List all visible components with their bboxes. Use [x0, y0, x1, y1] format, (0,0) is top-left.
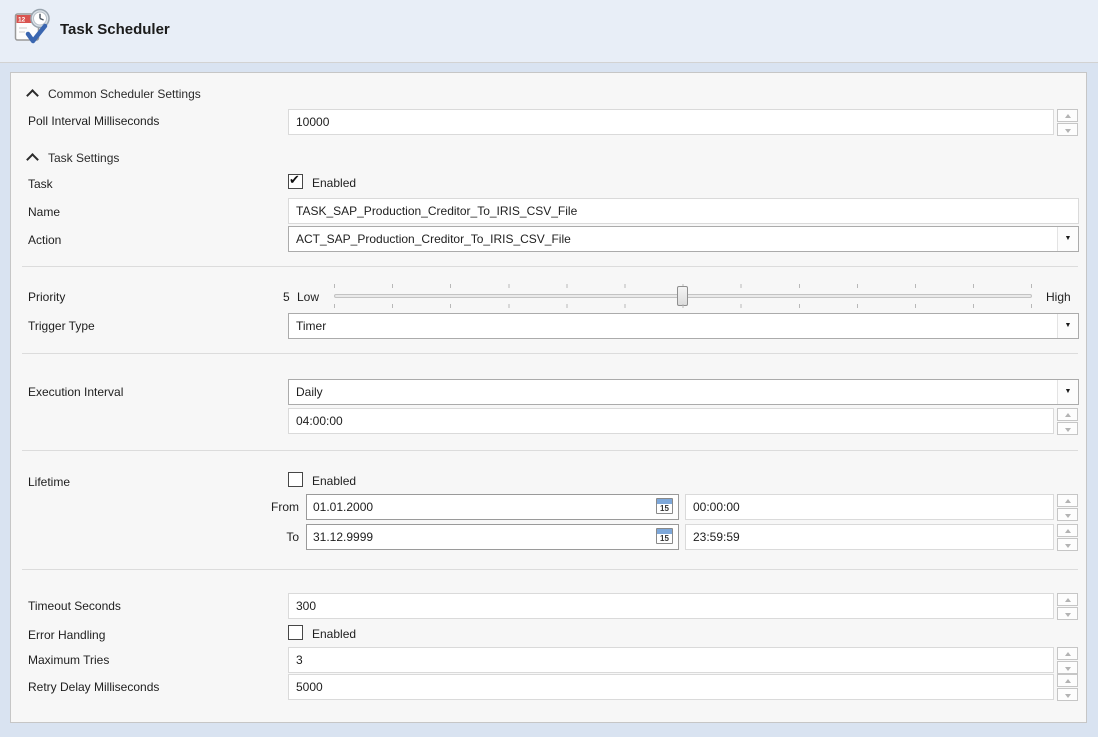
slider-thumb[interactable] [677, 286, 688, 306]
action-label: Action [28, 233, 61, 247]
retry-delay-input[interactable] [288, 674, 1054, 700]
chevron-down-icon[interactable]: ▼ [1057, 380, 1078, 404]
stepper-down-icon[interactable] [1057, 508, 1078, 521]
trigger-type-label: Trigger Type [28, 319, 95, 333]
lifetime-to-date-input[interactable] [307, 525, 653, 549]
stepper-down-icon[interactable] [1057, 422, 1078, 435]
execution-interval-label: Execution Interval [28, 385, 123, 399]
trigger-type-select[interactable]: Timer ▼ [288, 313, 1079, 339]
stepper-down-icon[interactable] [1057, 538, 1078, 551]
calendar-icon[interactable]: 15 [655, 528, 675, 545]
lifetime-to-date-field: 15 [306, 524, 679, 550]
calendar-day-number: 15 [656, 504, 673, 513]
page-title: Task Scheduler [60, 21, 170, 38]
stepper-up-icon[interactable] [1057, 593, 1078, 606]
error-handling-enabled-checkbox-label: Enabled [312, 627, 356, 641]
error-handling-label: Error Handling [28, 628, 105, 642]
action-select[interactable]: ACT_SAP_Production_Creditor_To_IRIS_CSV_… [288, 226, 1079, 252]
separator [22, 353, 1078, 354]
section-title: Common Scheduler Settings [48, 87, 201, 101]
priority-low-label: Low [297, 290, 319, 304]
lifetime-to-label: To [249, 530, 299, 544]
separator [22, 569, 1078, 570]
stepper-up-icon[interactable] [1057, 408, 1078, 421]
maximum-tries-stepper [1057, 647, 1078, 674]
lifetime-from-date-field: 15 [306, 494, 679, 520]
priority-high-label: High [1046, 290, 1071, 304]
separator [22, 266, 1078, 267]
stepper-up-icon[interactable] [1057, 494, 1078, 507]
chevron-up-icon [26, 89, 39, 102]
priority-label: Priority [28, 290, 65, 304]
task-enabled-checkbox[interactable]: ✔ [288, 174, 303, 189]
lifetime-enabled-checkbox[interactable]: ✔ [288, 472, 303, 487]
calendar-icon[interactable]: 15 [655, 498, 675, 515]
poll-interval-label: Poll Interval Milliseconds [28, 114, 159, 128]
lifetime-to-time-stepper [1057, 524, 1078, 551]
execution-interval-select[interactable]: Daily ▼ [288, 379, 1079, 405]
name-label: Name [28, 205, 60, 219]
lifetime-from-label: From [249, 500, 299, 514]
retry-delay-label: Retry Delay Milliseconds [28, 680, 159, 694]
maximum-tries-label: Maximum Tries [28, 653, 109, 667]
action-selected-value: ACT_SAP_Production_Creditor_To_IRIS_CSV_… [296, 227, 571, 251]
section-header-common-scheduler-settings[interactable]: Common Scheduler Settings [28, 85, 201, 103]
section-header-task-settings[interactable]: Task Settings [28, 149, 119, 167]
lifetime-label: Lifetime [28, 475, 70, 489]
timeout-seconds-label: Timeout Seconds [28, 599, 121, 613]
task-scheduler-icon: 12 [14, 7, 50, 45]
execution-time-stepper [1057, 408, 1078, 435]
stepper-down-icon[interactable] [1057, 688, 1078, 701]
poll-interval-stepper [1057, 109, 1078, 136]
stepper-down-icon[interactable] [1057, 661, 1078, 674]
chevron-down-icon[interactable]: ▼ [1057, 314, 1078, 338]
svg-text:12: 12 [18, 17, 26, 24]
execution-interval-selected-value: Daily [296, 380, 323, 404]
timeout-seconds-stepper [1057, 593, 1078, 620]
task-label: Task [28, 177, 53, 191]
lifetime-enabled-checkbox-label: Enabled [312, 474, 356, 488]
section-title: Task Settings [48, 151, 119, 165]
stepper-down-icon[interactable] [1057, 607, 1078, 620]
slider-ticks-bottom [334, 304, 1032, 308]
execution-time-input[interactable] [288, 408, 1054, 434]
chevron-down-icon[interactable]: ▼ [1057, 227, 1078, 251]
calendar-day-number: 15 [656, 534, 673, 543]
error-handling-enabled-checkbox[interactable]: ✔ [288, 625, 303, 640]
chevron-up-icon [26, 153, 39, 166]
checkmark-icon: ✔ [289, 172, 300, 188]
lifetime-from-time-input[interactable] [685, 494, 1054, 520]
stepper-up-icon[interactable] [1057, 524, 1078, 537]
separator [22, 450, 1078, 451]
lifetime-from-time-stepper [1057, 494, 1078, 521]
maximum-tries-input[interactable] [288, 647, 1054, 673]
task-enabled-checkbox-label: Enabled [312, 176, 356, 190]
timeout-seconds-input[interactable] [288, 593, 1054, 619]
stepper-up-icon[interactable] [1057, 647, 1078, 660]
priority-value: 5 [283, 290, 290, 304]
poll-interval-input[interactable] [288, 109, 1054, 135]
trigger-type-selected-value: Timer [296, 314, 326, 338]
lifetime-from-date-input[interactable] [307, 495, 653, 519]
scheduler-settings-panel: Common Scheduler Settings Poll Interval … [10, 72, 1087, 723]
app-header: 12 Task Scheduler [0, 0, 1098, 63]
stepper-down-icon[interactable] [1057, 123, 1078, 136]
lifetime-to-time-input[interactable] [685, 524, 1054, 550]
priority-slider[interactable] [334, 284, 1032, 308]
task-name-input[interactable] [288, 198, 1079, 224]
retry-delay-stepper [1057, 674, 1078, 701]
stepper-up-icon[interactable] [1057, 674, 1078, 687]
stepper-up-icon[interactable] [1057, 109, 1078, 122]
